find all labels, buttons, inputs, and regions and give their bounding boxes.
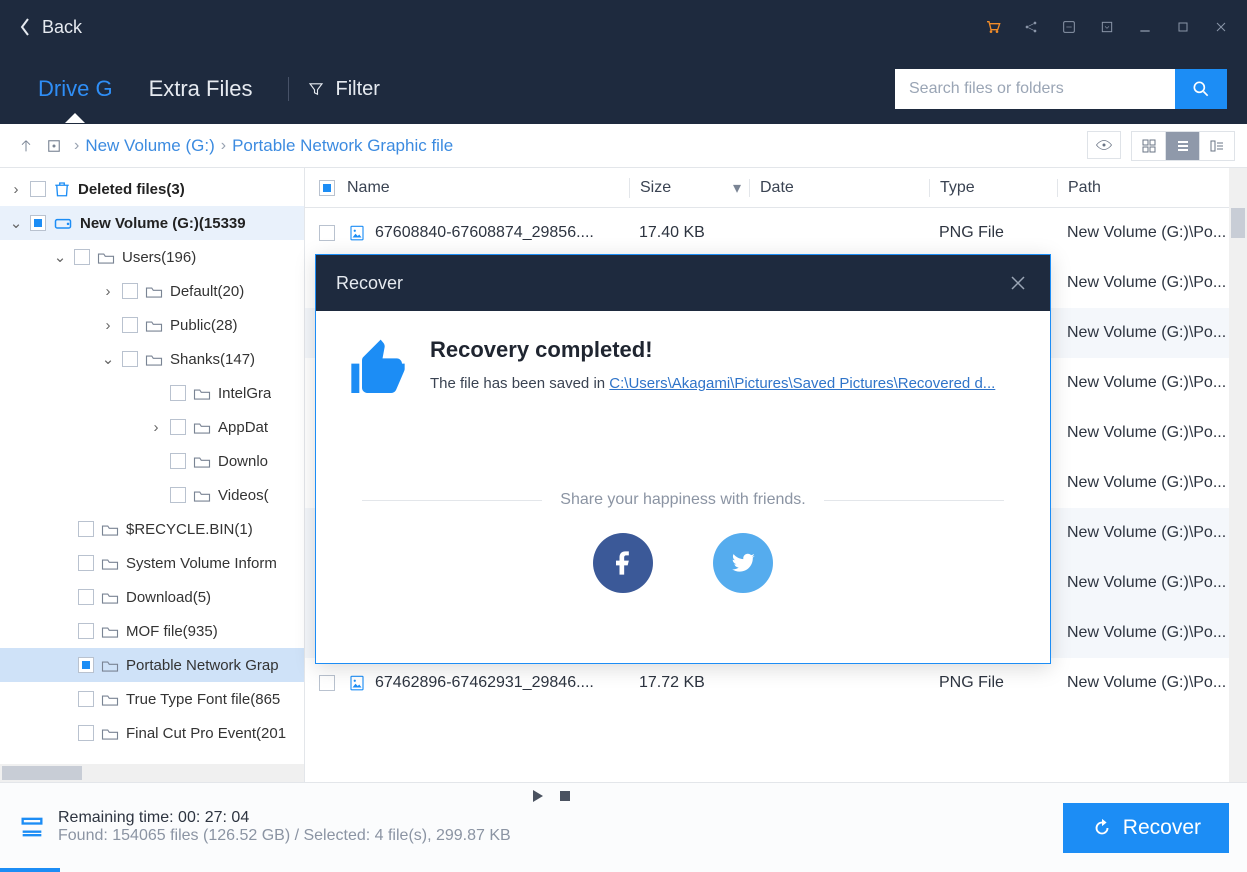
titlebar: Back (0, 0, 1247, 54)
home-icon[interactable] (40, 132, 68, 160)
file-icon (347, 673, 367, 693)
filter-button[interactable]: Filter (307, 78, 379, 101)
tree-shanks[interactable]: ⌄Shanks(147) (0, 342, 304, 376)
breadcrumb-separator: › (68, 137, 85, 155)
modal-close-icon[interactable] (1006, 271, 1030, 295)
column-type[interactable]: Type (929, 179, 1057, 197)
row-checkbox[interactable] (319, 675, 335, 691)
tree-users[interactable]: ⌄Users(196) (0, 240, 304, 274)
tab-extra-files[interactable]: Extra Files (131, 76, 271, 102)
list-header: Name Size▾ Date Type Path (305, 168, 1247, 208)
funnel-icon (307, 80, 325, 98)
tree-downloads[interactable]: Downlo (0, 444, 304, 478)
key-icon[interactable] (1053, 11, 1085, 43)
tree-sysvol[interactable]: System Volume Inform (0, 546, 304, 580)
modal-header: Recover (316, 255, 1050, 311)
footer: Remaining time: 00: 27: 04 Found: 154065… (0, 782, 1247, 872)
saved-path-link[interactable]: C:\Users\Akagami\Pictures\Saved Pictures… (609, 375, 995, 392)
select-all-checkbox[interactable] (319, 180, 335, 196)
tree-intelgra[interactable]: IntelGra (0, 376, 304, 410)
tabbar: Drive G Extra Files Filter (0, 54, 1247, 124)
tree-public[interactable]: ›Public(28) (0, 308, 304, 342)
tab-drive[interactable]: Drive G (20, 76, 131, 102)
tree-videos[interactable]: Videos( (0, 478, 304, 512)
tree-recycle[interactable]: $RECYCLE.BIN(1) (0, 512, 304, 546)
view-mode-group (1131, 131, 1235, 161)
tree-fcp[interactable]: Final Cut Pro Event(201 (0, 716, 304, 750)
back-label: Back (42, 17, 82, 38)
tree-default[interactable]: ›Default(20) (0, 274, 304, 308)
share-twitter[interactable] (713, 533, 773, 593)
row-checkbox[interactable] (319, 225, 335, 241)
minimize-icon[interactable] (1129, 11, 1161, 43)
recover-button[interactable]: Recover (1063, 803, 1229, 853)
remaining-time: Remaining time: 00: 27: 04 (58, 809, 511, 827)
modal-heading: Recovery completed! (430, 337, 995, 363)
modal-message: The file has been saved in C:\Users\Akag… (430, 375, 995, 392)
restore-icon (1091, 817, 1113, 839)
modal-title-label: Recover (336, 273, 403, 294)
breadcrumb: › New Volume (G:) › Portable Network Gra… (0, 124, 1247, 168)
view-grid[interactable] (1132, 132, 1166, 160)
view-list[interactable] (1166, 132, 1200, 160)
back-button[interactable]: Back (10, 11, 92, 44)
search-icon (1191, 79, 1211, 99)
preview-toggle[interactable] (1087, 131, 1121, 159)
column-path[interactable]: Path (1057, 179, 1247, 197)
table-row[interactable]: 67462896-67462931_29846.... 17.72 KB PNG… (305, 658, 1247, 708)
column-name[interactable]: Name (341, 179, 629, 197)
searchbox (895, 69, 1227, 109)
sidebar: › Deleted files(3) ⌄ New Volume (G:)(153… (0, 168, 305, 782)
tree-mof[interactable]: MOF file(935) (0, 614, 304, 648)
share-facebook[interactable] (593, 533, 653, 593)
tab-divider (288, 77, 289, 101)
breadcrumb-volume[interactable]: New Volume (G:) (85, 136, 214, 156)
view-details[interactable] (1200, 132, 1234, 160)
play-icon[interactable] (531, 789, 545, 808)
search-input[interactable] (895, 69, 1175, 109)
column-size[interactable]: Size▾ (629, 178, 749, 198)
cart-icon[interactable] (977, 11, 1009, 43)
up-icon[interactable] (12, 132, 40, 160)
recover-modal: Recover Recovery completed! The file has… (315, 254, 1051, 664)
menu-icon[interactable] (1091, 11, 1123, 43)
maximize-icon[interactable] (1167, 11, 1199, 43)
breadcrumb-folder[interactable]: Portable Network Graphic file (232, 136, 453, 156)
chevron-left-icon (20, 18, 30, 36)
sort-desc-icon: ▾ (733, 178, 741, 198)
scan-icon (18, 813, 46, 846)
filter-label: Filter (335, 78, 379, 101)
search-button[interactable] (1175, 69, 1227, 109)
share-icon[interactable] (1015, 11, 1047, 43)
tree-appdata[interactable]: ›AppDat (0, 410, 304, 444)
file-scrollbar[interactable] (1229, 168, 1247, 782)
thumbs-up-icon (346, 337, 410, 401)
share-label: Share your happiness with friends. (560, 491, 805, 509)
file-icon (347, 223, 367, 243)
tree-volume[interactable]: ⌄ New Volume (G:)(15339 (0, 206, 304, 240)
sidebar-scrollbar[interactable] (0, 764, 304, 782)
tree-ttf[interactable]: True Type Font file(865 (0, 682, 304, 716)
table-row[interactable]: 67608840-67608874_29856.... 17.40 KB PNG… (305, 208, 1247, 258)
breadcrumb-separator: › (215, 137, 232, 155)
column-date[interactable]: Date (749, 179, 929, 197)
found-status: Found: 154065 files (126.52 GB) / Select… (58, 827, 511, 845)
progress-bar (0, 868, 60, 872)
tree-png[interactable]: Portable Network Grap (0, 648, 304, 682)
tree-deleted-files[interactable]: › Deleted files(3) (0, 172, 304, 206)
stop-icon[interactable] (559, 789, 571, 808)
close-icon[interactable] (1205, 11, 1237, 43)
tree-download5[interactable]: Download(5) (0, 580, 304, 614)
